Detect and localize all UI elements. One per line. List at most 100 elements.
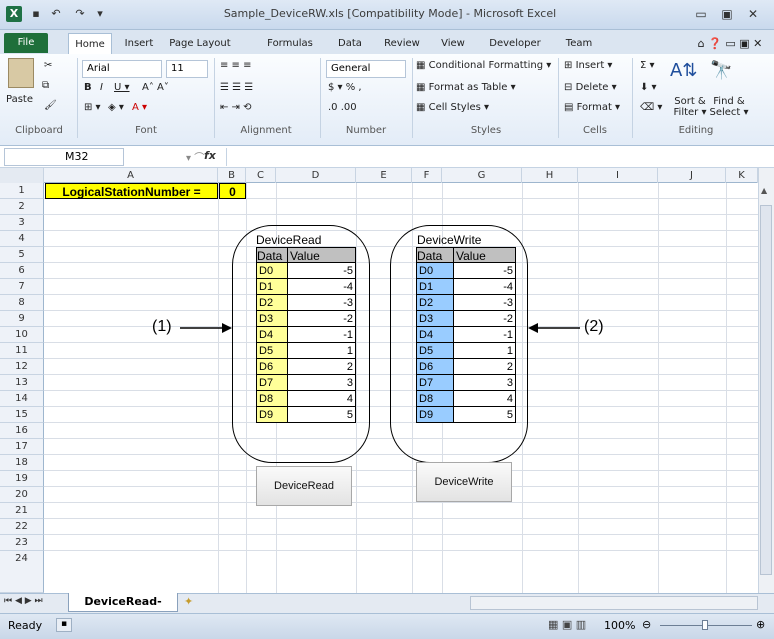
table-cell-data[interactable]: D5 <box>416 343 454 359</box>
top-align-icon[interactable]: ≡ ≡ ≡ <box>220 60 252 71</box>
italic-icon[interactable]: I <box>100 82 103 93</box>
table-cell-data[interactable]: D9 <box>416 407 454 423</box>
font-color-icon[interactable]: A ▾ <box>132 102 147 113</box>
table-cell-data[interactable]: D0 <box>416 263 454 279</box>
excel-app-icon[interactable]: X <box>6 6 22 22</box>
insert-function-icon[interactable]: fx <box>204 149 216 162</box>
row-header[interactable]: 14 <box>0 391 44 407</box>
table-cell-value[interactable]: 5 <box>454 407 516 423</box>
paste-button[interactable]: Paste <box>6 94 33 105</box>
number-format-select[interactable]: General <box>326 60 406 78</box>
grow-font-icon[interactable]: A˄ A˅ <box>142 82 169 93</box>
table-cell-value[interactable]: -2 <box>288 311 356 327</box>
delete-cells-button[interactable]: ⊟ Delete ▾ <box>564 82 617 93</box>
table-cell-value[interactable]: 2 <box>454 359 516 375</box>
row-header[interactable]: 11 <box>0 343 44 359</box>
row-header[interactable]: 24 <box>0 551 44 593</box>
scroll-thumb[interactable] <box>760 205 772 575</box>
find-icon[interactable]: 🔭 <box>710 60 732 81</box>
row-header[interactable]: 19 <box>0 471 44 487</box>
column-header-h[interactable]: H <box>522 168 578 183</box>
cut-icon[interactable]: ✂ <box>44 60 52 71</box>
tab-developer[interactable]: Developer <box>484 33 546 54</box>
column-header-k[interactable]: K <box>726 168 758 183</box>
indent-icon[interactable]: ⇤ ⇥ ⟲ <box>220 102 252 113</box>
tab-page-layout[interactable]: Page Layout <box>166 33 234 54</box>
table-cell-data[interactable]: D6 <box>256 359 288 375</box>
row-header[interactable]: 13 <box>0 375 44 391</box>
zoom-level[interactable]: 100% <box>604 619 635 632</box>
chevron-down-icon[interactable]: ▾ ⌒ <box>186 149 204 164</box>
column-header-e[interactable]: E <box>356 168 412 183</box>
save-icon[interactable]: ▪ <box>28 6 44 22</box>
table-cell-value[interactable]: -1 <box>288 327 356 343</box>
help-icon[interactable]: ⌂ ❓ ▭ ▣ ✕ <box>690 33 770 54</box>
format-cells-button[interactable]: ▤ Format ▾ <box>564 102 620 113</box>
insert-cells-button[interactable]: ⊞ Insert ▾ <box>564 60 612 71</box>
device-read-button[interactable]: DeviceRead <box>256 466 352 506</box>
clear-icon[interactable]: ⌫ ▾ <box>640 102 662 113</box>
borders-icon[interactable]: ⊞ ▾ <box>84 102 101 113</box>
table-cell-value[interactable]: 4 <box>288 391 356 407</box>
row-header[interactable]: 15 <box>0 407 44 423</box>
row-header[interactable]: 2 <box>0 199 44 215</box>
column-header-d[interactable]: D <box>276 168 356 183</box>
macro-record-icon[interactable]: ▪ <box>56 618 72 632</box>
undo-icon[interactable]: ↶ <box>48 6 64 22</box>
table-cell-value[interactable]: -3 <box>288 295 356 311</box>
table-cell-data[interactable]: D9 <box>256 407 288 423</box>
tab-file[interactable]: File <box>4 33 48 53</box>
autosum-icon[interactable]: Σ ▾ <box>640 60 655 71</box>
sheet-nav-icon[interactable]: ⏮ ◀ ▶ ⏭ <box>4 596 43 606</box>
row-header[interactable]: 9 <box>0 311 44 327</box>
conditional-formatting-button[interactable]: ▦ Conditional Formatting ▾ <box>416 60 551 71</box>
device-write-button[interactable]: DeviceWrite <box>416 462 512 502</box>
zoom-out-icon[interactable]: ⊖ <box>642 618 651 631</box>
column-header-c[interactable]: C <box>246 168 276 183</box>
align-left-icon[interactable]: ☰ ☰ ☰ <box>220 82 253 93</box>
table-cell-data[interactable]: D4 <box>416 327 454 343</box>
zoom-in-icon[interactable]: ⊕ <box>756 618 765 631</box>
table-cell-value[interactable]: 4 <box>454 391 516 407</box>
row-header[interactable]: 12 <box>0 359 44 375</box>
table-cell-data[interactable]: D2 <box>256 295 288 311</box>
copy-icon[interactable]: ⧉ <box>42 80 49 91</box>
column-header-i[interactable]: I <box>578 168 658 183</box>
table-cell-data[interactable]: D8 <box>416 391 454 407</box>
table-cell-value[interactable]: 3 <box>288 375 356 391</box>
table-cell-value[interactable]: 2 <box>288 359 356 375</box>
cell-b1[interactable]: 0 <box>219 183 246 199</box>
redo-icon[interactable]: ↷ <box>72 6 88 22</box>
row-header[interactable]: 18 <box>0 455 44 471</box>
name-box[interactable]: M32 <box>4 148 124 166</box>
minimize-button[interactable]: ▭ <box>690 6 712 22</box>
font-name-select[interactable]: Arial <box>82 60 162 78</box>
table-cell-value[interactable]: -4 <box>288 279 356 295</box>
table-cell-data[interactable]: D1 <box>416 279 454 295</box>
customize-quick-access-icon[interactable]: ▾ <box>92 6 108 22</box>
paste-icon[interactable] <box>8 58 34 88</box>
restore-button[interactable]: ▣ <box>716 6 738 22</box>
column-header-b[interactable]: B <box>218 168 246 183</box>
sheet-tab-device-read-write[interactable]: DeviceRead-Write <box>68 593 178 626</box>
table-cell-value[interactable]: -5 <box>454 263 516 279</box>
table-cell-data[interactable]: D7 <box>416 375 454 391</box>
table-cell-value[interactable]: 1 <box>288 343 356 359</box>
table-cell-data[interactable]: D3 <box>256 311 288 327</box>
cell-styles-button[interactable]: ▦ Cell Styles ▾ <box>416 102 489 113</box>
find-select-button[interactable]: Find & Select ▾ <box>708 96 750 118</box>
table-cell-data[interactable]: D0 <box>256 263 288 279</box>
table-cell-data[interactable]: D1 <box>256 279 288 295</box>
zoom-slider-thumb[interactable] <box>702 620 708 630</box>
row-header[interactable]: 17 <box>0 439 44 455</box>
sort-filter-button[interactable]: Sort & Filter ▾ <box>670 96 710 118</box>
decimal-icon[interactable]: .0 .00 <box>328 102 357 113</box>
tab-formulas[interactable]: Formulas <box>264 33 316 54</box>
column-header-a[interactable]: A <box>44 168 218 183</box>
table-cell-data[interactable]: D6 <box>416 359 454 375</box>
row-header[interactable]: 4 <box>0 231 44 247</box>
row-header[interactable]: 5 <box>0 247 44 263</box>
tab-view[interactable]: View <box>436 33 470 54</box>
row-header[interactable]: 3 <box>0 215 44 231</box>
bold-icon[interactable]: B <box>84 82 92 93</box>
